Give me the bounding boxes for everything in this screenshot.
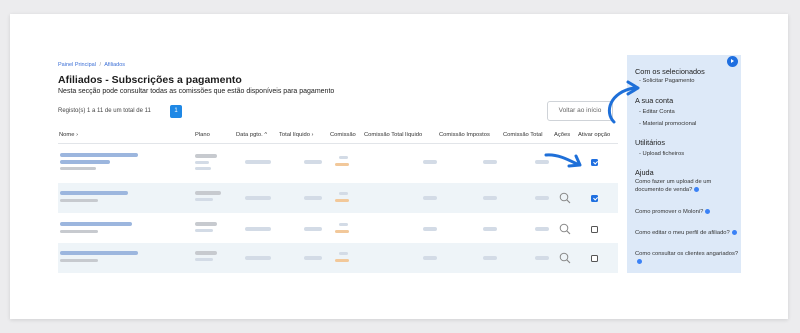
search-icon[interactable] [559,192,571,204]
date-blurred [245,160,271,164]
breadcrumb-current[interactable]: Afiliados [104,62,125,68]
help-link-text: Como editar o meu perfil de afiliado? [635,230,730,236]
activate-checkbox[interactable] [591,255,598,262]
affiliate-detail-blurred [60,230,98,233]
affiliate-name-blurred[interactable] [60,160,110,164]
help-link-text: Como consultar os clientes angariados? [635,251,739,257]
table-row [58,183,618,213]
commission-blurred [339,156,348,159]
commission-total-blurred [535,196,549,200]
plan-detail-blurred [195,198,213,201]
affiliate-name-blurred[interactable] [60,251,138,255]
records-info: Registo(s) 1 a 11 de um total de 11 [58,108,151,114]
header-divider [58,143,618,144]
net-total-blurred [304,196,322,200]
commission-net-blurred [423,196,437,200]
search-icon[interactable] [559,252,571,264]
help-link-promote[interactable]: Como promover o Moloni? [635,208,739,216]
table-row [58,214,618,244]
commission-rate-blurred [335,230,349,233]
col-plan: Plano [195,132,210,138]
help-link-clients[interactable]: Como consultar os clientes angariados? [635,250,739,266]
plan-blurred [195,222,217,226]
info-icon [694,186,700,192]
affiliate-detail-blurred [60,167,96,170]
plan-detail-blurred [195,229,213,232]
play-icon[interactable] [727,56,738,67]
commission-blurred [339,252,348,255]
breadcrumb-separator: / [99,62,101,68]
page-title: Afiliados - Subscrições a pagamento [58,74,242,86]
col-commission-net: Comissão Total líquido [364,132,423,138]
help-link-text: Como promover o Moloni? [635,209,704,215]
commission-tax-blurred [483,160,497,164]
commission-total-blurred [535,256,549,260]
table-row [58,243,618,273]
table-row [58,148,618,178]
activate-checkbox[interactable] [591,226,598,233]
affiliate-name-blurred[interactable] [60,191,128,195]
plan-detail-blurred [195,167,211,170]
info-icon [705,208,711,214]
commission-tax-blurred [483,256,497,260]
col-actions: Ações [554,132,571,138]
activate-checkbox[interactable] [591,159,598,166]
col-date[interactable]: Data pgto. ^ [236,132,267,138]
commission-tax-blurred [483,227,497,231]
col-net-total[interactable]: Total líquido › [279,132,313,138]
info-icon [731,229,737,235]
breadcrumb: Painel Principal / Afiliados [58,62,125,68]
col-name[interactable]: Nome › [59,132,78,138]
sidebar-item-request-payment[interactable]: - Solicitar Pagamento [639,78,694,84]
col-activate: Ativar opção [578,132,611,138]
help-link-edit-profile[interactable]: Como editar o meu perfil de afiliado? [635,229,739,237]
commission-rate-blurred [335,199,349,202]
date-blurred [245,227,271,231]
date-blurred [245,196,271,200]
sidebar-section-selected: Com os selecionados [635,67,705,76]
col-commission-tax: Comissão Impostos [439,132,490,138]
net-total-blurred [304,160,322,164]
net-total-blurred [304,227,322,231]
pagination-page-button[interactable]: 1 [170,105,182,118]
commission-net-blurred [423,256,437,260]
affiliate-name-blurred[interactable] [60,153,138,157]
activate-checkbox[interactable] [591,195,598,202]
commission-rate-blurred [335,163,349,166]
search-icon[interactable] [559,223,571,235]
commission-blurred [339,223,348,226]
commission-rate-blurred [335,259,349,262]
date-blurred [245,256,271,260]
col-commission: Comissão [330,132,356,138]
arrow-annotation [608,80,640,124]
plan-blurred [195,154,217,158]
commission-tax-blurred [483,196,497,200]
affiliate-detail-blurred [60,259,98,262]
info-icon [637,258,642,264]
plan-blurred [195,251,217,255]
sidebar-item-upload-files[interactable]: - Upload ficheiros [639,151,684,157]
help-link-upload-document[interactable]: Como fazer um upload de um documento de … [635,178,739,194]
table-header: Nome › Plano Data pgto. ^ Total líquido … [58,132,618,142]
sidebar-item-promo-material[interactable]: - Material promocional [639,121,696,127]
arrow-annotation [544,153,582,168]
breadcrumb-home[interactable]: Painel Principal [58,62,96,68]
affiliate-detail-blurred [60,199,98,202]
page-subtitle: Nesta secção pode consultar todas as com… [58,88,335,95]
commission-net-blurred [423,160,437,164]
net-total-blurred [304,256,322,260]
commission-blurred [339,192,348,195]
plan-detail-blurred [195,161,209,164]
sidebar-section-utilities: Utilitários [635,138,666,147]
sidebar-section-help: Ajuda [635,168,654,177]
commission-total-blurred [535,227,549,231]
col-commission-total: Comissão Total [503,132,543,138]
affiliate-name-blurred[interactable] [60,222,132,226]
commission-net-blurred [423,227,437,231]
plan-blurred [195,191,221,195]
plan-detail-blurred [195,258,213,261]
help-link-text: Como fazer um upload de um documento de … [635,179,712,193]
